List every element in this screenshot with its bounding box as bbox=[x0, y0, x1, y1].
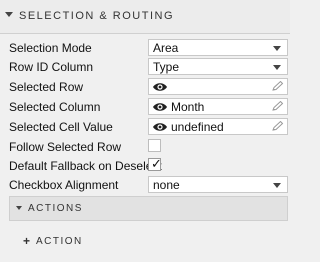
selected-column-row: Selected Column Month bbox=[0, 97, 290, 117]
checkbox-alignment-dropdown[interactable]: none bbox=[148, 176, 288, 193]
selected-row-field[interactable] bbox=[148, 78, 288, 95]
selection-mode-dropdown[interactable]: Area bbox=[148, 39, 288, 56]
selected-cell-value-label: Selected Cell Value bbox=[9, 120, 113, 134]
eye-icon[interactable] bbox=[152, 101, 168, 113]
row-id-column-row: Row ID Column Type bbox=[0, 57, 290, 77]
selection-mode-label: Selection Mode bbox=[9, 41, 92, 55]
eye-icon[interactable] bbox=[152, 121, 168, 133]
add-action-label: ACTION bbox=[36, 236, 83, 247]
selected-row-label: Selected Row bbox=[9, 80, 84, 94]
actions-title: ACTIONS bbox=[28, 203, 83, 214]
selected-row-row: Selected Row bbox=[0, 77, 290, 97]
caret-down-icon bbox=[5, 12, 13, 17]
section-header-selection-routing[interactable]: SELECTION & ROUTING bbox=[0, 0, 290, 34]
row-id-column-value: Type bbox=[153, 60, 180, 74]
follow-selected-row-checkbox[interactable] bbox=[148, 139, 161, 152]
checkbox-alignment-value: none bbox=[153, 178, 180, 192]
chevron-down-icon bbox=[273, 183, 281, 188]
selection-mode-value: Area bbox=[153, 41, 179, 55]
checkbox-alignment-label: Checkbox Alignment bbox=[9, 178, 119, 192]
selected-cell-value-value: undefined bbox=[171, 120, 224, 134]
checkmark-icon: ✓ bbox=[151, 156, 162, 171]
selected-cell-value-row: Selected Cell Value undefined bbox=[0, 117, 290, 137]
selected-column-label: Selected Column bbox=[9, 100, 101, 114]
chevron-down-icon bbox=[273, 46, 281, 51]
pencil-icon[interactable] bbox=[272, 81, 284, 91]
default-fallback-checkbox[interactable]: ✓ bbox=[148, 156, 162, 171]
row-id-column-label: Row ID Column bbox=[9, 60, 94, 74]
selected-cell-value-field[interactable]: undefined bbox=[148, 118, 288, 135]
plus-icon: + bbox=[23, 234, 31, 248]
chevron-down-icon bbox=[273, 65, 281, 70]
pencil-icon[interactable] bbox=[272, 121, 284, 131]
follow-selected-row-row: Follow Selected Row bbox=[0, 137, 290, 157]
follow-selected-row-label: Follow Selected Row bbox=[9, 140, 122, 154]
selected-column-value: Month bbox=[171, 100, 205, 114]
actions-section-header[interactable]: ACTIONS bbox=[9, 196, 288, 221]
caret-down-icon bbox=[16, 206, 22, 210]
selection-mode-row: Selection Mode Area bbox=[0, 38, 290, 58]
eye-icon[interactable] bbox=[152, 81, 168, 93]
row-id-column-dropdown[interactable]: Type bbox=[148, 58, 288, 75]
checkbox-alignment-row: Checkbox Alignment none bbox=[0, 175, 290, 195]
default-fallback-label: Default Fallback on Deselect bbox=[9, 159, 162, 173]
section-title: SELECTION & ROUTING bbox=[19, 10, 175, 22]
default-fallback-row: Default Fallback on Deselect ✓ bbox=[0, 156, 290, 176]
selected-column-field[interactable]: Month bbox=[148, 98, 288, 115]
pencil-icon[interactable] bbox=[272, 101, 284, 111]
